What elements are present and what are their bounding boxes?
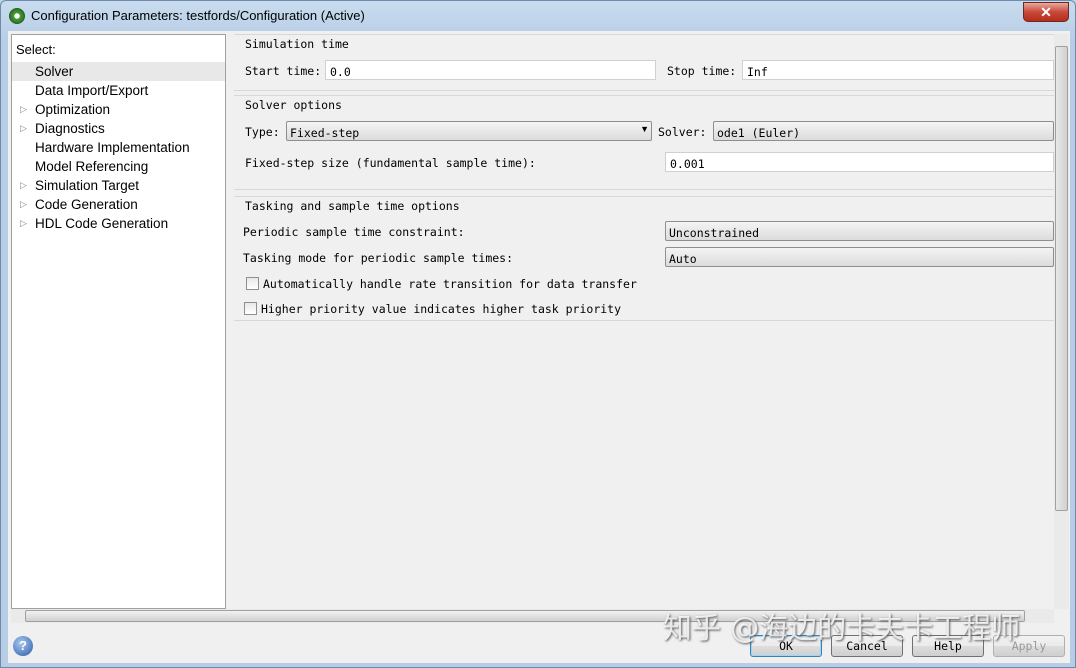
fixed-step-size-input[interactable]: 0.001 — [665, 152, 1054, 172]
periodic-constraint-label: Periodic sample time constraint: — [243, 225, 465, 239]
start-time-label: Start time: — [245, 64, 321, 78]
tree-item-code-generation[interactable]: ▷ Code Generation — [12, 195, 225, 214]
solver-label: Solver: — [658, 125, 706, 139]
fixed-step-size-label: Fixed-step size (fundamental sample time… — [245, 156, 536, 170]
expand-arrow-icon[interactable]: ▷ — [20, 214, 27, 233]
tree-item-optimization[interactable]: ▷ Optimization — [12, 100, 225, 119]
dialog-client: Select: Solver Data Import/Export ▷ Optimiz… — [8, 31, 1070, 663]
watermark: 知乎 @海边的卡夫卡工程师 — [663, 605, 1020, 647]
window-title: Configuration Parameters: testfords/Conf… — [31, 8, 365, 23]
group-title: Tasking and sample time options — [245, 199, 460, 213]
tree-item-hdl-code-generation[interactable]: ▷ HDL Code Generation — [12, 214, 225, 233]
priority-label: Higher priority value indicates higher t… — [261, 302, 621, 316]
simulation-time-group: Simulation time Start time: 0.0 Stop tim… — [234, 34, 1054, 91]
expand-arrow-icon[interactable]: ▷ — [20, 100, 27, 119]
simulink-config-icon — [9, 8, 25, 24]
group-title: Solver options — [245, 98, 342, 112]
tasking-mode-label: Tasking mode for periodic sample times: — [243, 251, 513, 265]
tree-item-label: Solver — [35, 64, 73, 79]
auto-rate-transition-checkbox[interactable] — [246, 277, 259, 290]
periodic-constraint-dropdown[interactable]: Unconstrained — [665, 221, 1054, 241]
priority-checkbox[interactable] — [244, 302, 257, 315]
tree-header: Select: — [16, 42, 56, 57]
stop-time-input[interactable]: Inf — [742, 60, 1054, 80]
tree-item-model-referencing[interactable]: Model Referencing — [12, 157, 225, 176]
stop-time-label: Stop time: — [667, 64, 736, 78]
tree-item-label: Model Referencing — [35, 159, 148, 174]
tasking-group: Tasking and sample time options Periodic… — [234, 196, 1054, 321]
type-label: Type: — [245, 125, 280, 139]
solver-type-dropdown[interactable]: Fixed-step▼ — [286, 121, 652, 141]
auto-rate-transition-label: Automatically handle rate transition for… — [263, 277, 637, 291]
tree-item-label: Optimization — [35, 102, 110, 117]
vertical-scrollbar[interactable] — [1054, 34, 1069, 609]
tasking-mode-dropdown[interactable]: Auto — [665, 247, 1054, 267]
solver-dropdown[interactable]: ode1 (Euler) — [713, 121, 1054, 141]
config-dialog: Configuration Parameters: testfords/Conf… — [0, 0, 1076, 668]
tree-item-label: Hardware Implementation — [35, 140, 190, 155]
tree-item-simulation-target[interactable]: ▷ Simulation Target — [12, 176, 225, 195]
start-time-input[interactable]: 0.0 — [325, 60, 656, 80]
tree-item-label: Simulation Target — [35, 178, 139, 193]
expand-arrow-icon[interactable]: ▷ — [20, 176, 27, 195]
tree-item-solver[interactable]: Solver — [12, 62, 225, 81]
expand-arrow-icon[interactable]: ▷ — [20, 119, 27, 138]
tree-item-label: HDL Code Generation — [35, 216, 168, 231]
tree-item-label: Code Generation — [35, 197, 138, 212]
expand-arrow-icon[interactable]: ▷ — [20, 195, 27, 214]
help-icon[interactable]: ? — [13, 636, 33, 656]
vertical-scroll-thumb[interactable] — [1055, 46, 1068, 511]
close-button[interactable]: ✕ — [1023, 2, 1069, 22]
solver-pane: Simulation time Start time: 0.0 Stop tim… — [234, 34, 1054, 609]
tree-item-hardware-implementation[interactable]: Hardware Implementation — [12, 138, 225, 157]
tree-item-label: Diagnostics — [35, 121, 105, 136]
tree-item-label: Data Import/Export — [35, 83, 148, 98]
solver-options-group: Solver options Type: Fixed-step▼ Solver:… — [234, 95, 1054, 190]
category-tree: Select: Solver Data Import/Export ▷ Optimiz… — [11, 34, 226, 609]
group-title: Simulation time — [245, 37, 349, 51]
chevron-down-icon: ▼ — [640, 124, 649, 134]
title-bar: Configuration Parameters: testfords/Conf… — [1, 1, 1075, 31]
tree-item-data-import-export[interactable]: Data Import/Export — [12, 81, 225, 100]
tree-item-diagnostics[interactable]: ▷ Diagnostics — [12, 119, 225, 138]
